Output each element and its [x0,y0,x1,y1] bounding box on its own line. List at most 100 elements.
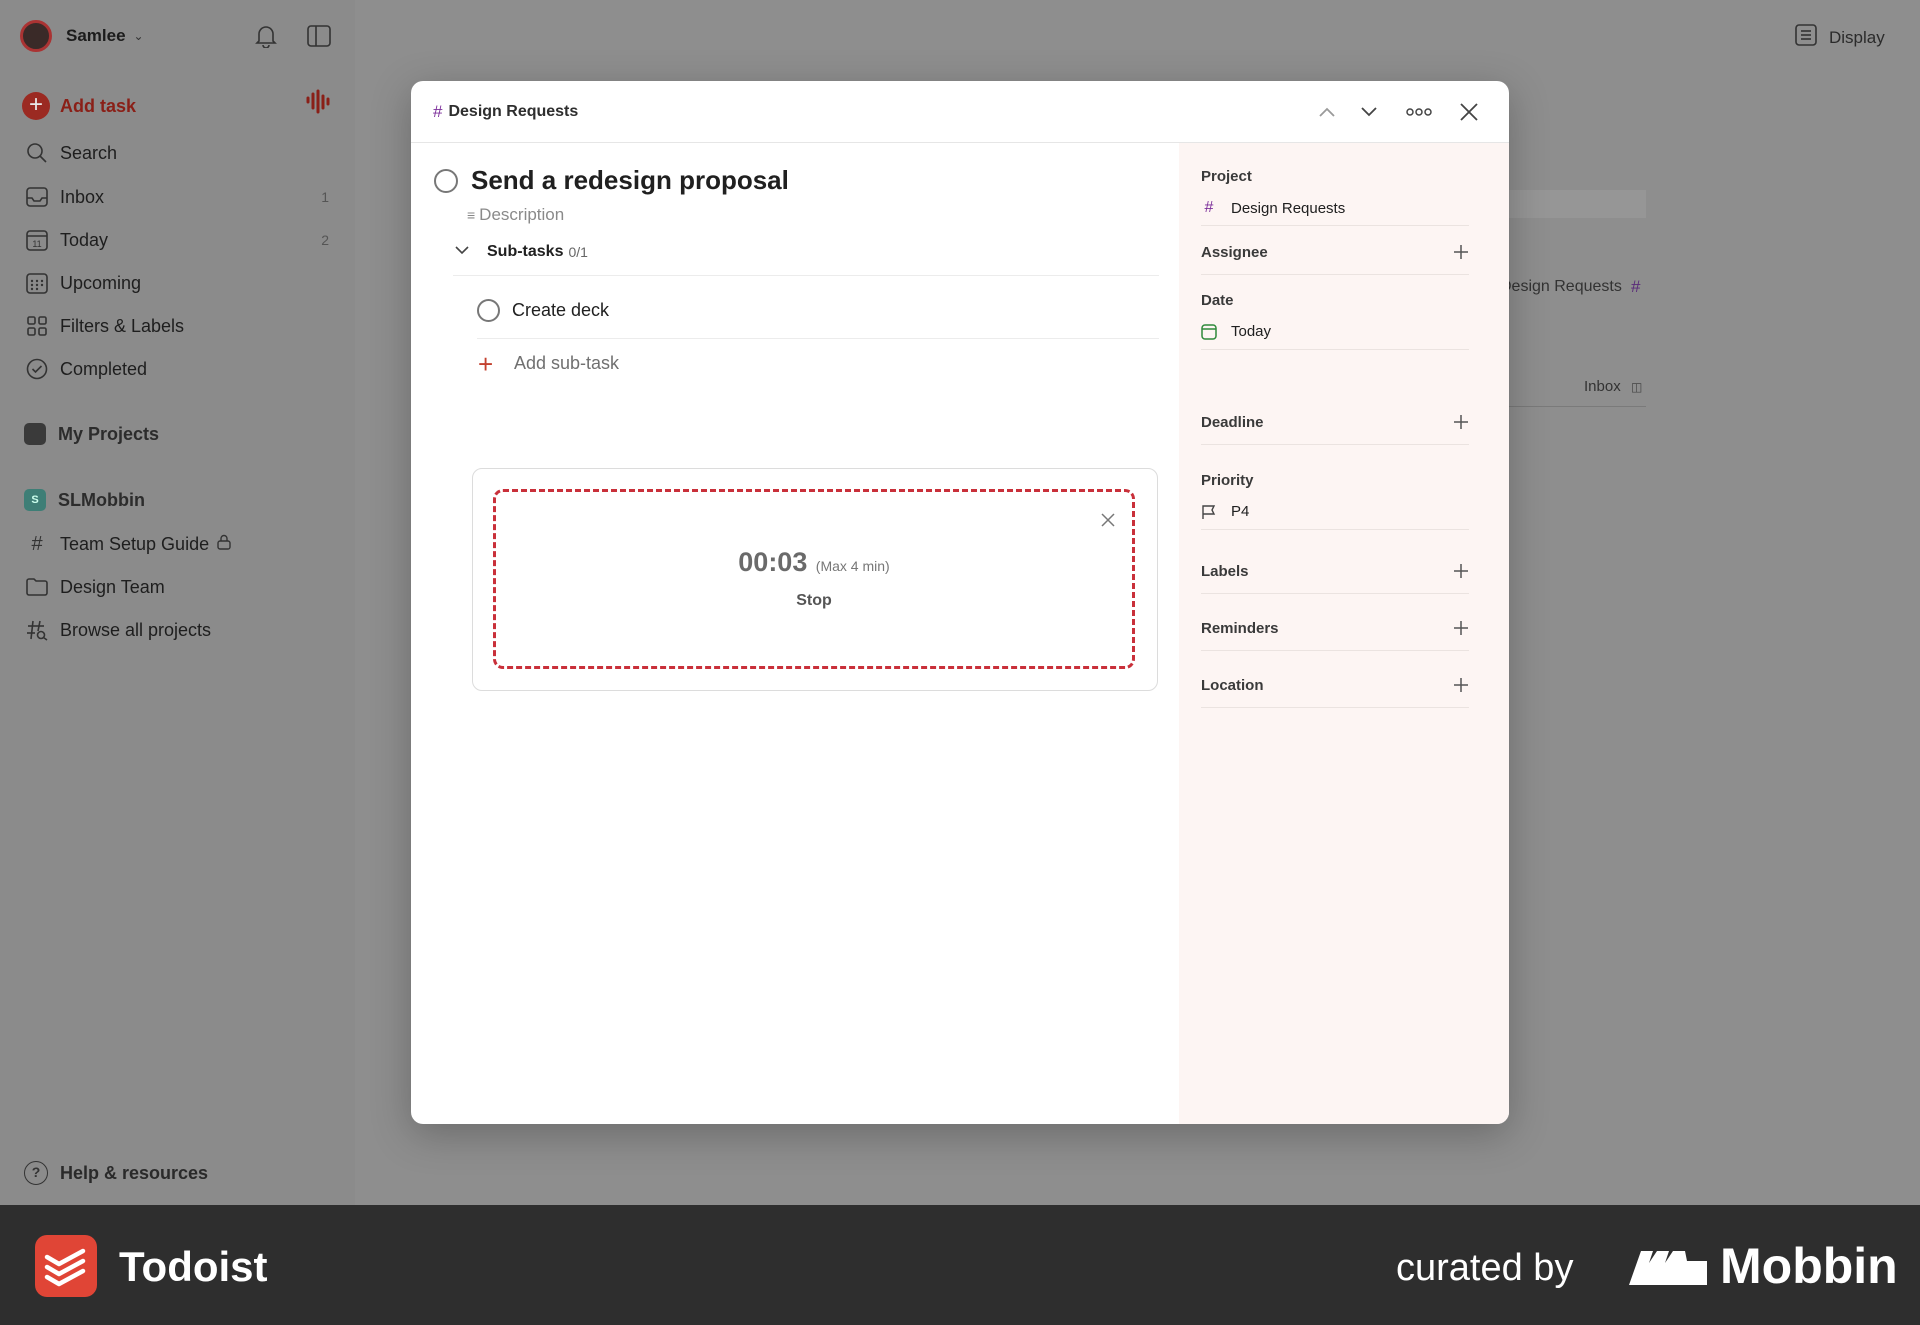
background-project-label: Design Requests [1500,278,1622,295]
subtasks-label: Sub-tasks [487,243,564,260]
curated-by-label: curated by [1396,1247,1574,1289]
reminders-label: Reminders [1201,620,1279,637]
display-icon [1795,24,1817,51]
timer-row: 00:03 (Max 4 min) [496,547,1132,578]
recorder-dropzone: 00:03 (Max 4 min) Stop [493,489,1135,669]
sidebar-item-design-team[interactable]: Design Team [24,574,329,600]
workspace-link[interactable]: S SLMobbin [24,489,145,511]
background-bar [1500,190,1646,218]
priority-section[interactable]: Priority P4 [1201,472,1469,530]
subtask-checkbox[interactable] [477,299,500,322]
reminders-section[interactable]: Reminders [1201,620,1469,651]
sidebar-item-search[interactable]: Search [24,140,329,166]
plus-icon[interactable] [1453,677,1469,698]
sidebar-item-inbox[interactable]: Inbox 1 [24,184,329,210]
assignee-section[interactable]: Assignee [1201,244,1469,275]
lock-icon [217,534,231,555]
labels-section[interactable]: Labels [1201,563,1469,594]
description-icon: ≡ [467,207,476,223]
more-options-button[interactable] [1399,97,1439,127]
location-section[interactable]: Location [1201,677,1469,708]
subtask-item[interactable]: Create deck [477,299,1159,339]
task-side-panel: Project # Design Requests Assignee Date … [1179,143,1509,1124]
recording-timer: 00:03 [738,547,808,577]
priority-value: P4 [1231,503,1250,520]
calendar-icon [1201,323,1217,340]
plus-icon[interactable] [1453,620,1469,641]
toggle-sidebar-icon[interactable] [307,25,331,52]
task-title[interactable]: Send a redesign proposal [471,165,789,196]
modal-actions [1305,97,1489,127]
date-value-row[interactable]: Today [1201,323,1469,340]
hash-icon: # [433,101,443,121]
sidebar-item-today[interactable]: 11 Today 2 [24,227,329,253]
add-task-label: Add task [60,95,137,116]
task-complete-checkbox[interactable] [434,168,458,193]
plus-icon[interactable] [1453,414,1469,435]
workspace-label: SLMobbin [58,489,145,510]
deadline-label: Deadline [1201,414,1264,431]
subtask-label: Create deck [512,300,610,320]
search-icon [24,140,50,166]
project-section[interactable]: Project # Design Requests [1201,168,1469,226]
svg-text:11: 11 [32,239,41,249]
project-value: Design Requests [1231,199,1346,217]
chevron-down-icon [1361,107,1377,117]
breadcrumb[interactable]: Design Requests [448,103,578,121]
stop-recording-button[interactable]: Stop [496,592,1132,610]
previous-task-button[interactable] [1307,97,1347,127]
sidebar-item-label: Browse all projects [60,619,212,640]
background-inbox-label: Inbox [1584,378,1621,395]
sidebar-item-upcoming[interactable]: Upcoming [24,270,329,296]
project-label: Project [1201,168,1252,185]
recording-max-label: (Max 4 min) [815,558,890,574]
ramble-wave-icon[interactable] [306,88,332,121]
labels-label: Labels [1201,563,1249,580]
workspace-avatar: S [24,489,46,511]
inbox-icon: ◫ [1631,380,1643,394]
plus-icon[interactable] [1453,563,1469,584]
sidebar-item-completed[interactable]: Completed [24,356,329,382]
sidebar-item-label: Inbox [60,186,105,207]
browse-hash-icon [24,617,50,643]
user-menu[interactable]: Samlee ⌄ [20,20,144,52]
add-subtask-button[interactable]: + Add sub-task [478,351,619,377]
deadline-section[interactable]: Deadline [1201,414,1469,445]
plus-icon[interactable] [1453,244,1469,265]
task-detail-modal: # Design Requests Send a redesign propos… [411,81,1509,1124]
date-value: Today [1231,323,1272,340]
bell-icon[interactable] [255,24,277,53]
close-button[interactable] [1449,97,1489,127]
next-task-button[interactable] [1349,97,1389,127]
calendar-upcoming-icon [24,270,50,296]
close-icon [1101,513,1115,527]
hash-icon: # [1631,277,1641,296]
my-projects-link[interactable]: My Projects [24,423,159,445]
sidebar-item-filters-labels[interactable]: Filters & Labels [24,313,329,339]
chevron-down-icon: ⌄ [133,29,144,43]
sidebar-item-label: Design Team [60,576,165,597]
help-resources-button[interactable]: ? Help & resources [24,1161,208,1185]
sidebar-item-label: Today [60,229,109,250]
description-field[interactable]: ≡ Description [467,205,564,225]
check-circle-icon [24,356,50,382]
date-label: Date [1201,292,1234,309]
project-value-row[interactable]: # Design Requests [1201,199,1469,217]
priority-value-row[interactable]: P4 [1201,503,1469,520]
sidebar-item-label: Completed [60,358,148,379]
sidebar-item-browse-projects[interactable]: Browse all projects [24,617,329,643]
add-task-button[interactable]: + Add task [22,92,136,120]
sidebar-item-team-setup-guide[interactable]: # Team Setup Guide [24,531,329,557]
todoist-logo [35,1235,97,1297]
mobbin-logo-icon [1627,1247,1709,1292]
help-icon: ? [24,1161,48,1185]
close-recorder-button[interactable] [1100,512,1116,533]
date-section[interactable]: Date Today [1201,292,1469,350]
chevron-down-icon [453,243,477,261]
footer-bar: Todoist curated by Mobbin [0,1205,1920,1325]
display-button[interactable]: Display [1795,24,1885,51]
priority-label: Priority [1201,472,1254,489]
subtasks-header[interactable]: Sub-tasks 0/1 [453,243,1159,276]
description-placeholder: Description [479,205,565,224]
divider [1500,406,1646,407]
